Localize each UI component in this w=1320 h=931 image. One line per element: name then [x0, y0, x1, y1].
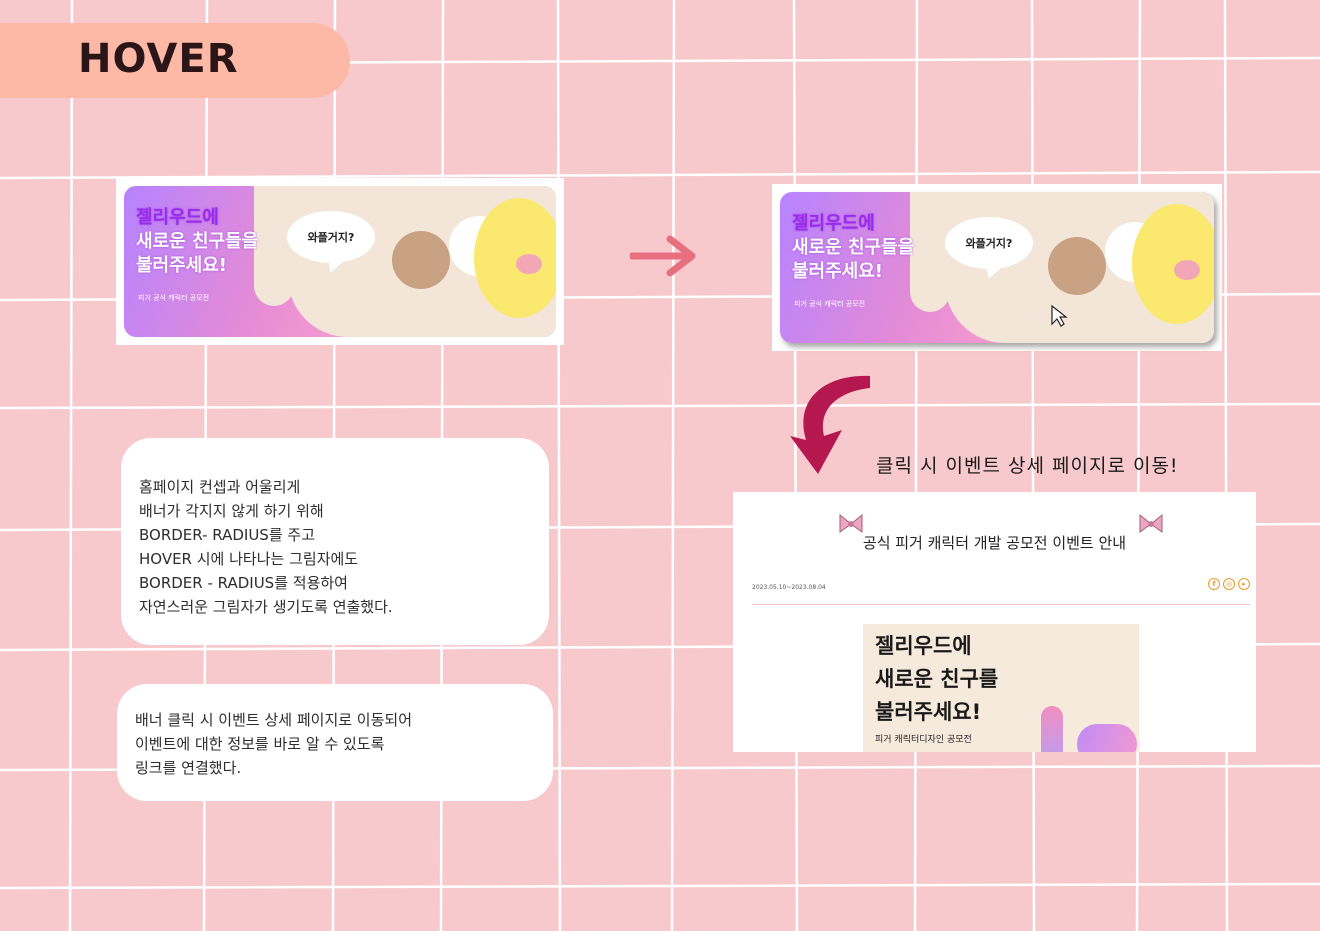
event-detail-page: 공식 피거 캐릭터 개발 공모전 이벤트 안내 2023.05.10~2023.… — [733, 492, 1256, 752]
note-card-click: 배너 클릭 시 이벤트 상세 페이지로 이동되어 이벤트에 대한 정보를 바로 … — [117, 684, 553, 801]
yellow-character — [474, 198, 556, 318]
event-poster: 젤리우드에 새로운 친구를 불러주세요! 피거 캐릭터디자인 공모전 — [863, 624, 1139, 752]
section-title: HOVER — [78, 36, 239, 82]
note-line: 자연스러운 그림자가 생기도록 연출했다. — [139, 598, 393, 616]
banner-subline: 피거 공식 캐릭터 공모전 — [794, 300, 866, 308]
pink-snout — [516, 254, 542, 274]
click-caption: 클릭 시 이벤트 상세 페이지로 이동! — [876, 455, 1179, 477]
note-line: BORDER - RADIUS를 적용하여 — [139, 574, 348, 592]
speech-bubble: 와플거지? — [287, 211, 375, 263]
facebook-icon[interactable]: f — [1208, 578, 1220, 590]
note-line: 홈페이지 컨셉과 어울리게 — [139, 478, 301, 496]
banner-normal[interactable]: 젤리우드에 새로운 친구들을 불러주세요! 피거 공식 캐릭터 공모전 와플거지… — [124, 186, 556, 337]
yellow-character — [1132, 204, 1214, 324]
raccoon-character — [392, 231, 450, 289]
banner-hover-frame: 젤리우드에 새로운 친구들을 불러주세요! 피거 공식 캐릭터 공모전 와플거지… — [772, 184, 1222, 351]
note-line: 이벤트에 대한 정보를 바로 알 수 있도록 — [135, 735, 385, 753]
speech-bubble: 와플거지? — [945, 217, 1033, 269]
banner-headline: 젤리우드에 새로운 친구들을 불러주세요! — [136, 207, 259, 276]
note-card-hover: 홈페이지 컨셉과 어울리게 배너가 각지지 않게 하기 위해 BORDER- R… — [121, 438, 549, 645]
youtube-icon[interactable]: ▸ — [1238, 578, 1250, 590]
event-date-range: 2023.05.10~2023.08.04 — [752, 584, 826, 591]
banner-hover[interactable]: 젤리우드에 새로운 친구들을 불러주세요! 피거 공식 캐릭터 공모전 와플거지… — [780, 192, 1214, 343]
instagram-icon[interactable]: ◎ — [1223, 578, 1235, 590]
curved-arrow-icon — [790, 375, 870, 474]
raccoon-character — [1048, 237, 1106, 295]
detail-title: 공식 피거 캐릭터 개발 공모전 이벤트 안내 — [862, 534, 1127, 552]
note-line: HOVER 시에 나타나는 그림자에도 — [139, 550, 359, 568]
note-line: BORDER- RADIUS를 주고 — [139, 526, 315, 544]
poster-subline: 피거 캐릭터디자인 공모전 — [875, 735, 972, 745]
banner-headline: 젤리우드에 새로운 친구들을 불러주세요! — [792, 213, 915, 282]
social-links: f ◎ ▸ — [1208, 578, 1250, 590]
pink-snout — [1174, 260, 1200, 280]
right-arrow-icon — [630, 235, 696, 277]
banner-normal-frame: 젤리우드에 새로운 친구들을 불러주세요! 피거 공식 캐릭터 공모전 와플거지… — [116, 178, 564, 345]
note-line: 링크를 연결했다. — [135, 759, 242, 777]
note-line: 배너 클릭 시 이벤트 상세 페이지로 이동되어 — [135, 711, 413, 729]
note-line: 배너가 각지지 않게 하기 위해 — [139, 502, 324, 520]
poster-headline: 젤리우드에 새로운 친구를 불러주세요! — [875, 634, 999, 724]
banner-subline: 피거 공식 캐릭터 공모전 — [138, 294, 210, 302]
divider — [752, 604, 1250, 605]
cursor-icon — [1051, 304, 1068, 327]
